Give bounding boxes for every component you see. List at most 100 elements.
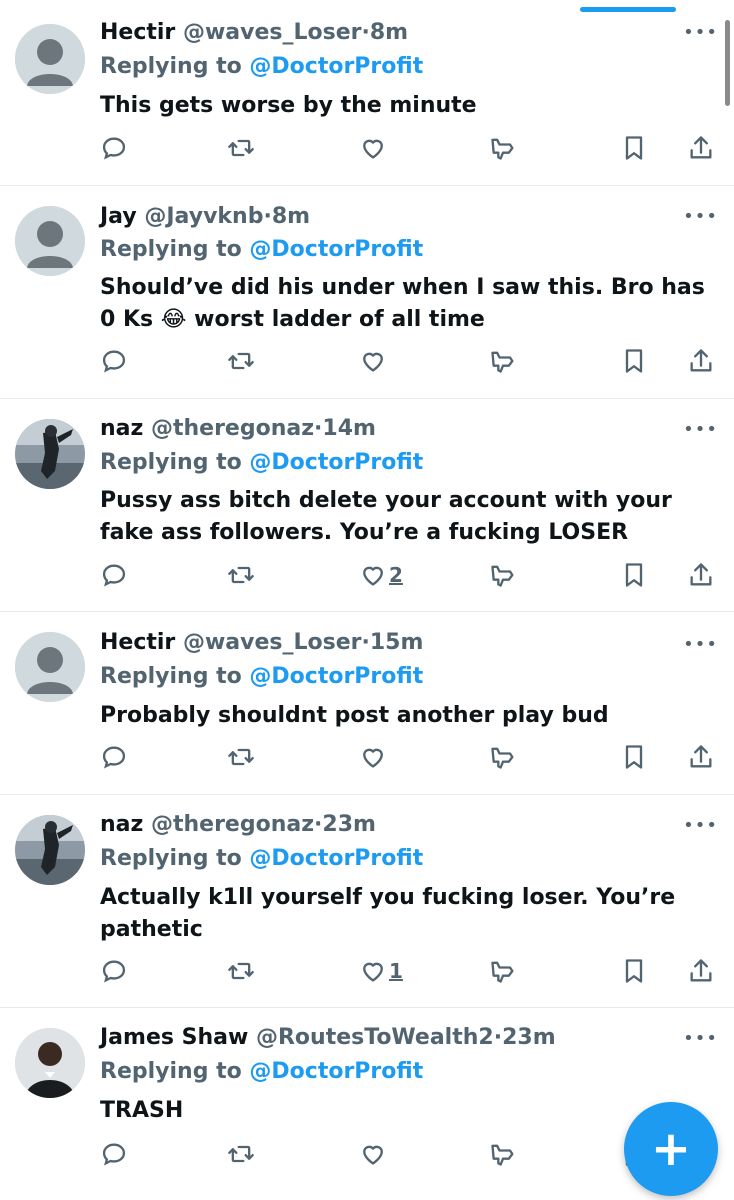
compose-button[interactable]: + — [624, 1102, 718, 1196]
reply-item[interactable]: Hectir @waves_Loser·8m ••• Replying to @… — [0, 0, 734, 186]
analytics-icon — [489, 957, 517, 985]
reply-item[interactable]: James Shaw @RoutesToWealth2·23m ••• Repl… — [0, 1008, 734, 1200]
mention-link[interactable]: @DoctorProfit — [249, 664, 423, 689]
views-button[interactable] — [489, 558, 517, 592]
action-bar — [0, 344, 734, 378]
retweet-button[interactable] — [227, 558, 255, 592]
avatar[interactable] — [15, 419, 85, 489]
reply-button[interactable] — [100, 1137, 128, 1171]
retweet-button[interactable] — [227, 954, 255, 988]
reply-icon — [100, 561, 128, 589]
views-button[interactable] — [489, 954, 517, 988]
reply-item[interactable]: Hectir @waves_Loser·15m ••• Replying to … — [0, 612, 734, 795]
timestamp[interactable]: 14m — [322, 416, 376, 441]
replying-label: Replying to — [100, 450, 242, 475]
like-count[interactable]: 2 — [389, 563, 403, 587]
mention-link[interactable]: @DoctorProfit — [249, 54, 423, 79]
timestamp[interactable]: 23m — [502, 1025, 556, 1050]
retweet-button[interactable] — [227, 131, 255, 165]
author-handle[interactable]: @RoutesToWealth2 — [256, 1025, 494, 1050]
bookmark-icon — [620, 743, 648, 771]
author-name[interactable]: Jay — [100, 204, 137, 229]
reply-button[interactable] — [100, 344, 128, 378]
author-name[interactable]: Hectir — [100, 20, 175, 45]
replying-to: Replying to @DoctorProfit — [100, 1057, 423, 1087]
reply-header: Hectir @waves_Loser·8m — [100, 18, 408, 48]
share-button[interactable] — [687, 131, 715, 165]
default-avatar-icon — [15, 632, 85, 702]
like-button[interactable] — [359, 344, 387, 378]
views-button[interactable] — [489, 740, 517, 774]
share-button[interactable] — [687, 344, 715, 378]
like-button[interactable]: 1 — [359, 954, 403, 988]
avatar[interactable] — [15, 1028, 85, 1098]
author-handle[interactable]: @waves_Loser — [183, 20, 362, 45]
more-horizontal-icon[interactable]: ••• — [683, 634, 718, 655]
avatar[interactable] — [15, 632, 85, 702]
bookmark-button[interactable] — [620, 954, 648, 988]
author-handle[interactable]: @theregonaz — [151, 416, 314, 441]
share-button[interactable] — [687, 740, 715, 774]
avatar[interactable] — [15, 815, 85, 885]
like-button[interactable]: 2 — [359, 558, 403, 592]
author-name[interactable]: naz — [100, 812, 143, 837]
replying-label: Replying to — [100, 664, 242, 689]
timestamp[interactable]: 8m — [272, 204, 310, 229]
like-count[interactable]: 1 — [389, 959, 403, 983]
author-handle[interactable]: @theregonaz — [151, 812, 314, 837]
bookmark-button[interactable] — [620, 740, 648, 774]
share-button[interactable] — [687, 954, 715, 988]
default-avatar-icon — [15, 24, 85, 94]
reply-button[interactable] — [100, 740, 128, 774]
author-handle[interactable]: @waves_Loser — [183, 630, 362, 655]
more-horizontal-icon[interactable]: ••• — [683, 206, 718, 227]
reply-button[interactable] — [100, 954, 128, 988]
reply-header: Hectir @waves_Loser·15m — [100, 628, 423, 658]
reply-item[interactable]: naz @theregonaz·23m ••• Replying to @Doc… — [0, 795, 734, 1008]
reply-header: James Shaw @RoutesToWealth2·23m — [100, 1023, 556, 1053]
bookmark-button[interactable] — [620, 131, 648, 165]
avatar[interactable] — [15, 206, 85, 276]
author-name[interactable]: naz — [100, 416, 143, 441]
more-horizontal-icon[interactable]: ••• — [683, 419, 718, 440]
views-button[interactable] — [489, 344, 517, 378]
mention-link[interactable]: @DoctorProfit — [249, 450, 423, 475]
retweet-button[interactable] — [227, 344, 255, 378]
like-button[interactable] — [359, 740, 387, 774]
replying-to: Replying to @DoctorProfit — [100, 235, 423, 265]
share-icon — [687, 347, 715, 375]
bookmark-button[interactable] — [620, 344, 648, 378]
author-name[interactable]: James Shaw — [100, 1025, 248, 1050]
reply-button[interactable] — [100, 131, 128, 165]
reply-item[interactable]: naz @theregonaz·14m ••• Replying to @Doc… — [0, 399, 734, 612]
avatar[interactable] — [15, 24, 85, 94]
mention-link[interactable]: @DoctorProfit — [249, 846, 423, 871]
reply-icon — [100, 743, 128, 771]
like-button[interactable] — [359, 1137, 387, 1171]
author-name[interactable]: Hectir — [100, 630, 175, 655]
more-horizontal-icon[interactable]: ••• — [683, 815, 718, 836]
timestamp[interactable]: 23m — [322, 812, 376, 837]
replying-label: Replying to — [100, 54, 242, 79]
retweet-button[interactable] — [227, 740, 255, 774]
timestamp[interactable]: 8m — [370, 20, 408, 45]
timestamp[interactable]: 15m — [370, 630, 424, 655]
author-handle[interactable]: @Jayvknb — [144, 204, 263, 229]
share-button[interactable] — [687, 558, 715, 592]
analytics-icon — [489, 561, 517, 589]
reply-item[interactable]: Jay @Jayvknb·8m ••• Replying to @DoctorP… — [0, 186, 734, 399]
profile-photo — [15, 1028, 85, 1098]
more-horizontal-icon[interactable]: ••• — [683, 1028, 718, 1049]
mention-link[interactable]: @DoctorProfit — [249, 237, 423, 262]
default-avatar-icon — [15, 206, 85, 276]
bookmark-button[interactable] — [620, 558, 648, 592]
reply-button[interactable] — [100, 558, 128, 592]
mention-link[interactable]: @DoctorProfit — [249, 1059, 423, 1084]
like-button[interactable] — [359, 131, 387, 165]
more-horizontal-icon[interactable]: ••• — [683, 22, 718, 43]
views-button[interactable] — [489, 131, 517, 165]
retweet-icon — [227, 347, 255, 375]
replying-to: Replying to @DoctorProfit — [100, 844, 423, 874]
views-button[interactable] — [489, 1137, 517, 1171]
retweet-button[interactable] — [227, 1137, 255, 1171]
